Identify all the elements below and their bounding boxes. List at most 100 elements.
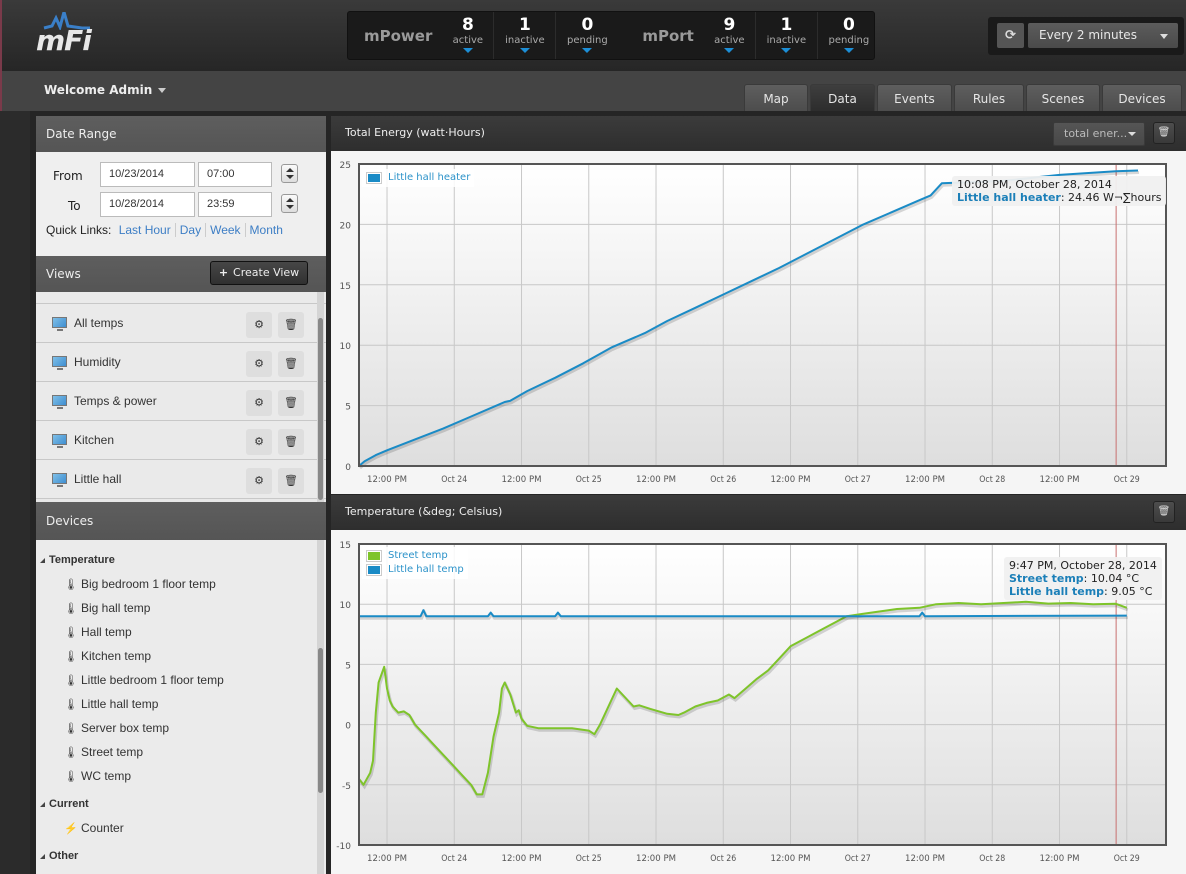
to-time-input[interactable]: 23:59: [198, 192, 272, 217]
energy-series-select[interactable]: total ener...: [1053, 122, 1145, 146]
tab-data[interactable]: Data: [810, 84, 875, 112]
view-settings-button[interactable]: ⚙: [246, 390, 272, 416]
top-bar: mFi mPower 8 active 1 inactive 0 pending…: [0, 0, 1186, 71]
tab-map[interactable]: Map: [744, 84, 808, 112]
view-delete-button[interactable]: 🗑: [278, 351, 304, 377]
mport-label: mPort: [642, 26, 694, 45]
x-tick-label: Oct 25: [576, 475, 602, 485]
y-tick-label: 0: [345, 722, 351, 732]
quick-links: Quick Links: Last Hour Day Week Month: [46, 223, 287, 237]
device-group-temperature[interactable]: Temperature: [36, 554, 326, 572]
user-menu[interactable]: Welcome Admin: [44, 83, 167, 97]
x-tick-label: Oct 24: [441, 475, 467, 485]
caret-down-icon: [724, 48, 735, 53]
stat-count: 0: [842, 15, 855, 35]
views-scrollbar[interactable]: [317, 292, 324, 502]
device-item[interactable]: 🌡 Street temp: [36, 740, 326, 764]
to-label: To: [68, 199, 81, 213]
device-item[interactable]: 🌡 Hall temp: [36, 620, 326, 644]
group-name: Temperature: [49, 554, 115, 566]
devices-scrollbar[interactable]: [317, 540, 324, 874]
temperature-chart-header: Temperature (&deg; Celsius) 🗑: [331, 495, 1186, 530]
energy-chart-title: Total Energy (watt·Hours): [345, 126, 485, 139]
legend-item[interactable]: Street temp: [366, 549, 464, 563]
energy-chart-delete-button[interactable]: 🗑: [1153, 122, 1175, 144]
monitor-icon: [52, 434, 67, 448]
mpower-pending[interactable]: 0 pending: [556, 12, 618, 59]
device-item[interactable]: 🌡 WC temp: [36, 764, 326, 788]
legend-item[interactable]: Little hall heater: [366, 171, 470, 185]
view-settings-button[interactable]: ⚙: [246, 351, 272, 377]
view-item[interactable]: Little hall ⚙ 🗑: [36, 460, 326, 499]
temperature-chart-delete-button[interactable]: 🗑: [1153, 501, 1175, 523]
devices-tree: Temperature 🌡 Big bedroom 1 floor temp 🌡 B…: [36, 540, 326, 874]
device-name: Hall temp: [81, 625, 132, 639]
view-name: Little hall: [74, 472, 122, 486]
caret-down-icon: [781, 48, 792, 53]
view-settings-button[interactable]: ⚙: [246, 429, 272, 455]
to-time-spinner[interactable]: [281, 194, 298, 213]
create-view-button[interactable]: + Create View: [210, 261, 308, 285]
quick-link-last-hour[interactable]: Last Hour: [114, 223, 176, 237]
device-item[interactable]: ⚡ Counter: [36, 816, 326, 840]
welcome-label: Welcome Admin: [44, 83, 153, 97]
collapse-triangle-icon: [40, 558, 45, 563]
quick-link-month[interactable]: Month: [246, 223, 287, 237]
view-delete-button[interactable]: 🗑: [278, 429, 304, 455]
view-name: All temps: [74, 316, 124, 330]
tab-scenes[interactable]: Scenes: [1026, 84, 1100, 112]
mport-active[interactable]: 9 active: [704, 12, 756, 59]
tab-rules[interactable]: Rules: [954, 84, 1024, 112]
x-tick-label: 12:00 PM: [502, 854, 542, 864]
quick-link-day[interactable]: Day: [175, 223, 207, 237]
mport-inactive[interactable]: 1 inactive: [756, 12, 818, 59]
view-settings-button[interactable]: ⚙: [246, 468, 272, 494]
device-item[interactable]: 🌡 Big hall temp: [36, 596, 326, 620]
to-date-input[interactable]: 10/28/2014: [100, 192, 195, 217]
x-tick-label: 12:00 PM: [1040, 475, 1080, 485]
view-settings-button[interactable]: ⚙: [246, 312, 272, 338]
view-item[interactable]: All temps ⚙ 🗑: [36, 304, 326, 343]
view-delete-button[interactable]: 🗑: [278, 312, 304, 338]
from-time-spinner[interactable]: [281, 164, 298, 183]
device-name: Kitchen temp: [81, 649, 152, 663]
tooltip-value: 24.46 W¬∑hours: [1068, 191, 1162, 204]
view-item[interactable]: Temps & power ⚙ 🗑: [36, 382, 326, 421]
stat-label: pending: [828, 35, 870, 46]
create-view-label: Create View: [233, 266, 300, 279]
tab-events[interactable]: Events: [877, 84, 952, 112]
view-delete-button[interactable]: 🗑: [278, 468, 304, 494]
view-item-partial[interactable]: [36, 292, 326, 304]
mpower-inactive[interactable]: 1 inactive: [494, 12, 557, 59]
from-date-input[interactable]: 10/23/2014: [100, 162, 195, 187]
caret-down-icon: [462, 48, 473, 53]
from-time-input[interactable]: 07:00: [198, 162, 272, 187]
refresh-interval-select[interactable]: Every 2 minutes: [1028, 23, 1178, 48]
device-item[interactable]: 🌡 Little hall temp: [36, 692, 326, 716]
thermometer-icon: 🌡: [64, 699, 78, 711]
scrollbar-thumb[interactable]: [318, 318, 323, 500]
mport-pending[interactable]: 0 pending: [818, 12, 880, 59]
device-group-other[interactable]: Other: [36, 850, 326, 868]
device-item[interactable]: 🌡 Little bedroom 1 floor temp: [36, 668, 326, 692]
legend-item[interactable]: Little hall temp: [366, 563, 464, 577]
view-delete-button[interactable]: 🗑: [278, 390, 304, 416]
monitor-icon: [52, 356, 67, 370]
mfi-logo[interactable]: mFi: [36, 12, 96, 58]
x-tick-label: 12:00 PM: [502, 475, 542, 485]
legend-swatch: [366, 564, 382, 576]
device-item[interactable]: 🌡 Server box temp: [36, 716, 326, 740]
quick-link-week[interactable]: Week: [206, 223, 246, 237]
from-label: From: [53, 169, 83, 183]
scrollbar-thumb[interactable]: [318, 648, 323, 793]
view-item[interactable]: Kitchen ⚙ 🗑: [36, 421, 326, 460]
device-group-current[interactable]: Current: [36, 798, 326, 816]
device-item[interactable]: 🌡 Kitchen temp: [36, 644, 326, 668]
refresh-button[interactable]: ⟳: [997, 23, 1024, 48]
series-select-value: total ener...: [1064, 127, 1128, 140]
device-item[interactable]: 🌡 Big bedroom 1 floor temp: [36, 572, 326, 596]
tooltip-value: 9.05 °C: [1111, 585, 1153, 598]
tab-devices[interactable]: Devices: [1102, 84, 1182, 112]
mpower-active[interactable]: 8 active: [442, 12, 495, 59]
view-item[interactable]: Humidity ⚙ 🗑: [36, 343, 326, 382]
